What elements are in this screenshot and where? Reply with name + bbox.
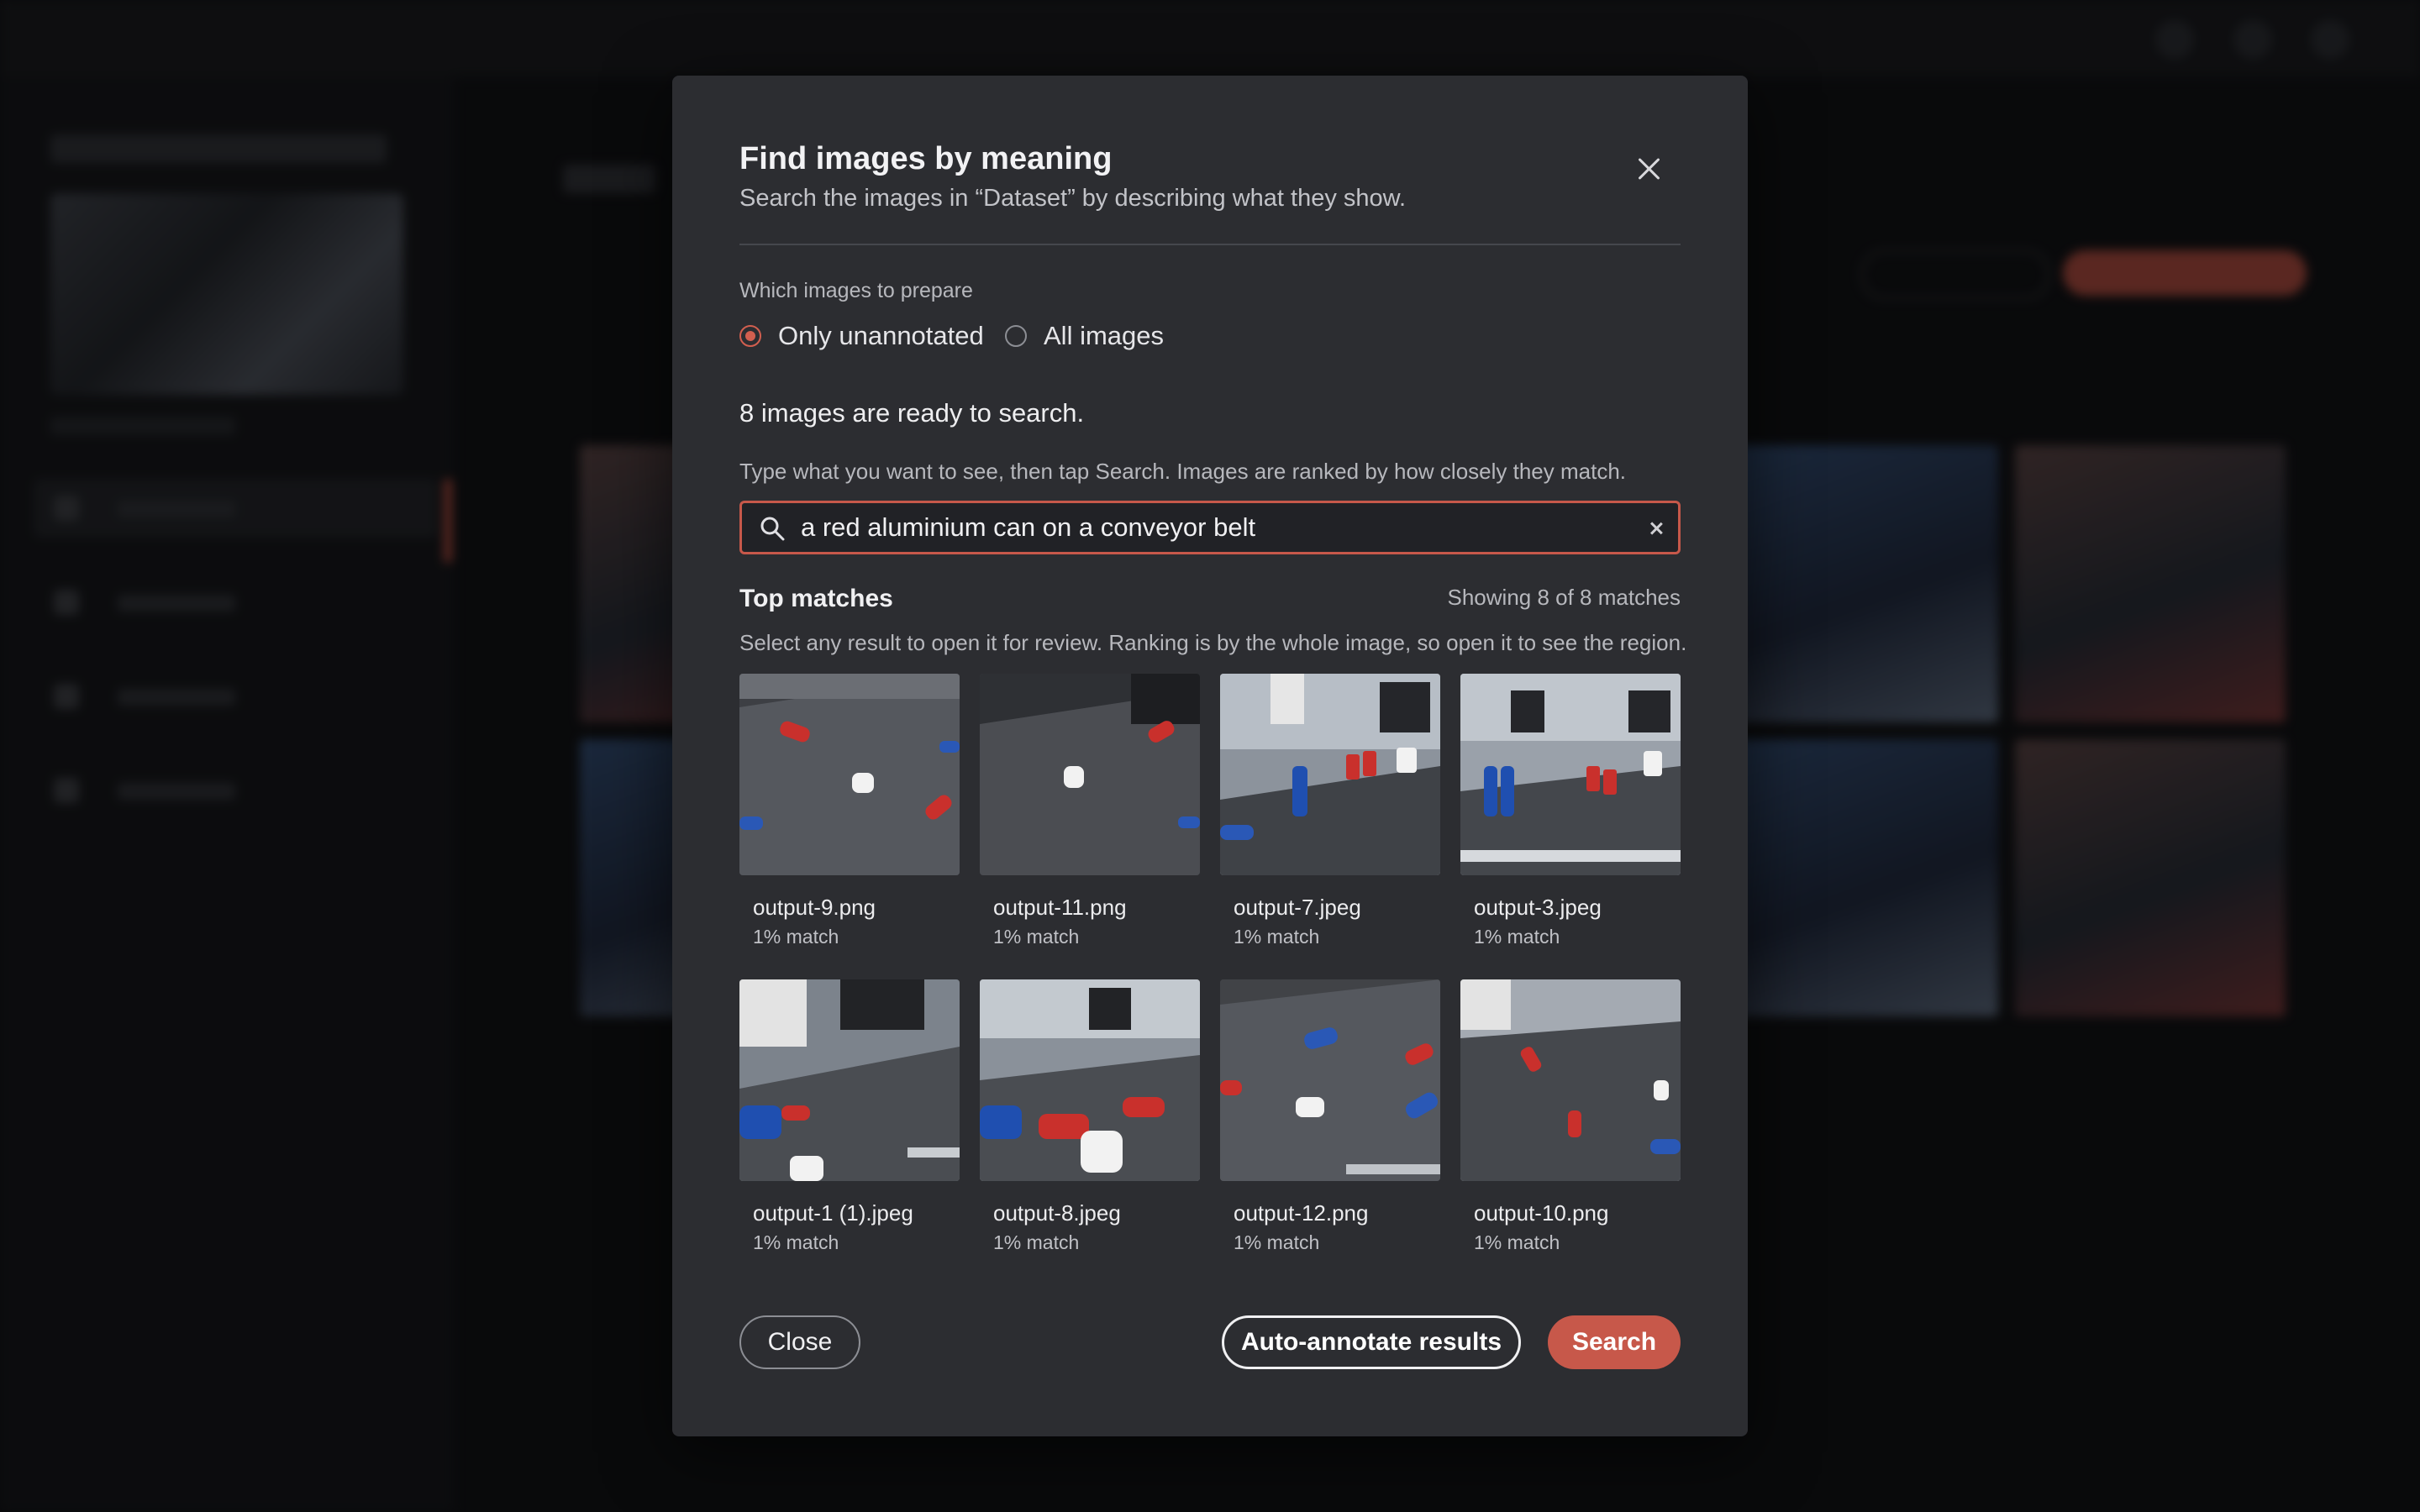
result-thumbnail[interactable] (1460, 674, 1681, 875)
result-score: 1% match (1474, 1231, 1560, 1253)
result-card[interactable]: output-11.png 1% match (980, 674, 1200, 951)
auto-annotate-button[interactable]: Auto-annotate results (1222, 1315, 1521, 1369)
results-grid: output-9.png 1% match output-11.png 1% m… (739, 674, 1681, 1257)
radio-label: Only unannotated (778, 321, 984, 350)
dialog-title: Find images by meaning (739, 141, 1113, 176)
result-name: output-11.png (993, 895, 1127, 920)
radio-label: All images (1044, 321, 1164, 350)
matches-title: Top matches (739, 585, 893, 612)
matches-count: Showing 8 of 8 matches (1447, 585, 1681, 610)
result-card[interactable]: output-12.png 1% match (1220, 979, 1440, 1257)
result-thumbnail[interactable] (739, 979, 960, 1181)
result-thumbnail[interactable] (739, 674, 960, 875)
result-card[interactable]: output-10.png 1% match (1460, 979, 1681, 1257)
search-hint: Type what you want to see, then tap Sear… (739, 459, 1627, 484)
result-thumbnail[interactable] (1220, 979, 1440, 1181)
result-name: output-9.png (753, 895, 876, 920)
matches-hint: Select any result to open it for review.… (739, 630, 1687, 655)
search-input[interactable] (801, 507, 1607, 549)
divider (739, 244, 1681, 245)
result-name: output-1 (1).jpeg (753, 1200, 913, 1226)
result-score: 1% match (993, 926, 1080, 948)
result-score: 1% match (1234, 926, 1320, 948)
result-card[interactable]: output-3.jpeg 1% match (1460, 674, 1681, 951)
result-score: 1% match (993, 1231, 1080, 1253)
result-name: output-10.png (1474, 1200, 1609, 1226)
find-images-dialog: Find images by meaning Search the images… (672, 76, 1748, 1436)
result-thumbnail[interactable] (980, 979, 1200, 1181)
result-name: output-7.jpeg (1234, 895, 1361, 920)
radio-all-images[interactable]: All images (1005, 321, 1164, 351)
result-thumbnail[interactable] (980, 674, 1200, 875)
clear-icon[interactable] (1646, 518, 1666, 538)
result-card[interactable]: output-8.jpeg 1% match (980, 979, 1200, 1257)
result-score: 1% match (753, 1231, 839, 1253)
result-thumbnail[interactable] (1220, 674, 1440, 875)
result-name: output-12.png (1234, 1200, 1369, 1226)
result-card[interactable]: output-7.jpeg 1% match (1220, 674, 1440, 951)
search-button[interactable]: Search (1548, 1315, 1681, 1369)
ready-status: 8 images are ready to search. (739, 398, 1085, 428)
dialog-subtitle: Search the images in “Dataset” by descri… (739, 185, 1407, 212)
result-thumbnail[interactable] (1460, 979, 1681, 1181)
result-card[interactable]: output-1 (1).jpeg 1% match (739, 979, 960, 1257)
search-box[interactable] (739, 501, 1681, 554)
radio-unselected-icon[interactable] (1005, 325, 1027, 347)
result-score: 1% match (753, 926, 839, 948)
close-icon[interactable] (1630, 151, 1667, 188)
radio-only-unannotated[interactable]: Only unannotated (739, 321, 984, 351)
radio-selected-icon[interactable] (739, 325, 761, 347)
search-icon (760, 517, 785, 541)
prepare-label: Which images to prepare (739, 279, 973, 302)
result-score: 1% match (1234, 1231, 1320, 1253)
close-button[interactable]: Close (739, 1315, 860, 1369)
result-name: output-3.jpeg (1474, 895, 1602, 920)
result-name: output-8.jpeg (993, 1200, 1121, 1226)
result-card[interactable]: output-9.png 1% match (739, 674, 960, 951)
result-score: 1% match (1474, 926, 1560, 948)
